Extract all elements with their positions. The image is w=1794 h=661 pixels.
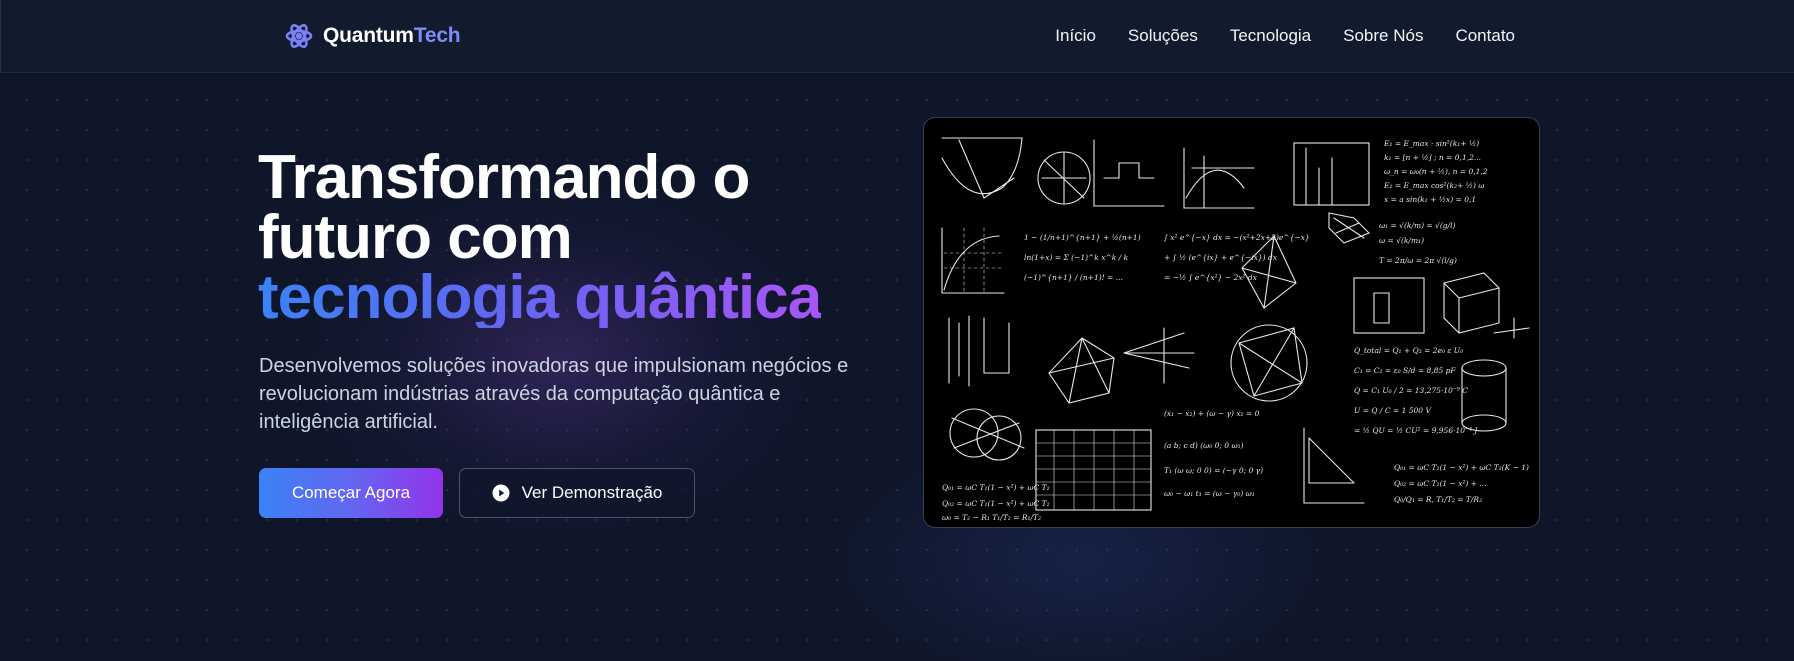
hero-title-line-2: futuro com	[258, 203, 573, 272]
svg-text:ln(1+x) = Σ (−1)^k x^k / k: ln(1+x) = Σ (−1)^k x^k / k	[1024, 253, 1129, 262]
svg-text:ω = √(k/m₁): ω = √(k/m₁)	[1379, 236, 1424, 245]
svg-text:= ½ QU = ½ CU² = 9,956·10⁻⁴ J: = ½ QU = ½ CU² = 9,956·10⁻⁴ J	[1354, 426, 1478, 435]
svg-text:Q₀₂ = ωC T₁(1 − x²) + ωC T₂: Q₀₂ = ωC T₁(1 − x²) + ωC T₂	[942, 499, 1050, 508]
logo-part-quantum: Quantum	[323, 24, 414, 47]
nav-link-contato[interactable]: Contato	[1455, 24, 1515, 48]
main-nav: Início Soluções Tecnologia Sobre Nós Con…	[1055, 24, 1515, 48]
logo[interactable]: QuantumTech	[284, 20, 461, 52]
svg-text:U = Q / C = 1 500 V: U = Q / C = 1 500 V	[1354, 406, 1432, 415]
nav-link-tecnologia[interactable]: Tecnologia	[1230, 24, 1311, 48]
site-header: QuantumTech Início Soluções Tecnologia S…	[0, 0, 1794, 73]
hero-title-highlight: tecnologia quântica	[258, 263, 822, 332]
svg-text:Q₀₂ = ωC T₁(1 − x²) + ...: Q₀₂ = ωC T₁(1 − x²) + ...	[1394, 479, 1487, 488]
svg-text:ω₀ = T₂ − R₁ T₁/T₂ = R₁/T₂: ω₀ = T₂ − R₁ T₁/T₂ = R₁/T₂	[942, 513, 1041, 522]
svg-text:(−1)^{n+1} / (n+1)! = ...: (−1)^{n+1} / (n+1)! = ...	[1024, 273, 1123, 282]
svg-text:(a b; c d) (ω₀ 0; 0 ω₁): (a b; c d) (ω₀ 0; 0 ω₁)	[1164, 441, 1244, 450]
svg-text:Q₀₁ = ωC T₁(1 − x²) + ωC T₂(K: Q₀₁ = ωC T₁(1 − x²) + ωC T₂(K − 1)	[1394, 463, 1529, 472]
nav-link-sobre-nos[interactable]: Sobre Nós	[1343, 24, 1423, 48]
svg-text:∫ x² e^{−x} dx = −(x²+2x+2)e^{: ∫ x² e^{−x} dx = −(x²+2x+2)e^{−x}	[1163, 233, 1310, 242]
hero-description: Desenvolvemos soluções inovadoras que im…	[259, 355, 849, 433]
svg-text:Q_total = Q₁ + Q₂ = 2e₀ ε U₀: Q_total = Q₁ + Q₂ = 2e₀ ε U₀	[1354, 346, 1463, 355]
svg-text:k₁ = ⌊n + ½⌋ ; n = 0,1,2...: k₁ = ⌊n + ½⌋ ; n = 0,1,2...	[1384, 153, 1481, 162]
formula-sketches: E₁ = E_max · sin²(k₁+ ½) k₁ = ⌊n + ½⌋ ; …	[941, 137, 1530, 522]
svg-text:= −½ ∫ e^{x²} − 2x² dx: = −½ ∫ e^{x²} − 2x² dx	[1164, 273, 1258, 282]
svg-text:x = a sin(k₁ + ½x) = 0,1: x = a sin(k₁ + ½x) = 0,1	[1384, 195, 1476, 204]
logo-part-tech: Tech	[413, 24, 461, 47]
svg-text:C₁ = C₂ = ε₀ S/d = 8,85 pF: C₁ = C₂ = ε₀ S/d = 8,85 pF	[1354, 366, 1456, 375]
svg-text:E₁ = E_max · sin²(k₁+ ½): E₁ = E_max · sin²(k₁+ ½)	[1383, 139, 1479, 148]
chalkboard-formulas-image: E₁ = E_max · sin²(k₁+ ½) k₁ = ⌊n + ½⌋ ; …	[923, 117, 1540, 528]
svg-text:(ẋ₁ − ẋ₂) + (ω − γ) ẋ₂ = 0: (ẋ₁ − ẋ₂) + (ω − γ) ẋ₂ = 0	[1164, 409, 1260, 418]
svg-text:T₁ (ω ω; 0 0) = (−γ 0; 0 γ): T₁ (ω ω; 0 0) = (−γ 0; 0 γ)	[1164, 466, 1263, 475]
nav-link-solucoes[interactable]: Soluções	[1128, 24, 1198, 48]
svg-text:T = 2π/ω = 2π √(l/g): T = 2π/ω = 2π √(l/g)	[1379, 256, 1457, 265]
svg-text:Q₀₁ = ωC T₁(1 − x²) + ωC T₂: Q₀₁ = ωC T₁(1 − x²) + ωC T₂	[942, 483, 1050, 492]
svg-text:Q = C₁ U₀ / 2 = 13,275·10⁻⁹ C: Q = C₁ U₀ / 2 = 13,275·10⁻⁹ C	[1354, 386, 1468, 395]
watch-demo-button[interactable]: Ver Demonstração	[459, 468, 695, 518]
nav-link-inicio[interactable]: Início	[1055, 24, 1096, 48]
atom-icon	[285, 24, 313, 48]
svg-text:ω₁ = √(k/m) = √(g/l): ω₁ = √(k/m) = √(g/l)	[1379, 221, 1455, 230]
get-started-button[interactable]: Começar Agora	[259, 468, 443, 518]
svg-text:Q₀/Q₁ = R, T₁/T₂ = T/R₂: Q₀/Q₁ = R, T₁/T₂ = T/R₂	[1394, 495, 1482, 504]
hero-title-line-1: Transformando o	[258, 143, 750, 212]
play-circle-icon	[492, 484, 510, 502]
watch-demo-label: Ver Demonstração	[521, 483, 663, 502]
svg-text:+ ∫ ½ (e^{ix} + e^{−ix}) dx: + ∫ ½ (e^{ix} + e^{−ix}) dx	[1164, 253, 1278, 262]
hero-title: Transformando o futuro com tecnologia qu…	[258, 143, 822, 332]
svg-text:ω_n = ω₀(n + ½), n = 0,1,2: ω_n = ω₀(n + ½), n = 0,1,2	[1384, 167, 1488, 176]
svg-text:1 − (1/n+1)^{n+1} + ½(n+1): 1 − (1/n+1)^{n+1} + ½(n+1)	[1024, 233, 1141, 242]
logo-text: QuantumTech	[323, 24, 461, 48]
svg-text:E₁ = E_max cos²(k₂+ ½) ω: E₁ = E_max cos²(k₂+ ½) ω	[1383, 181, 1484, 190]
svg-text:ω₀ − ω₁ t₁ = (ω − γ₀) ω₁: ω₀ − ω₁ t₁ = (ω − γ₀) ω₁	[1164, 489, 1255, 498]
